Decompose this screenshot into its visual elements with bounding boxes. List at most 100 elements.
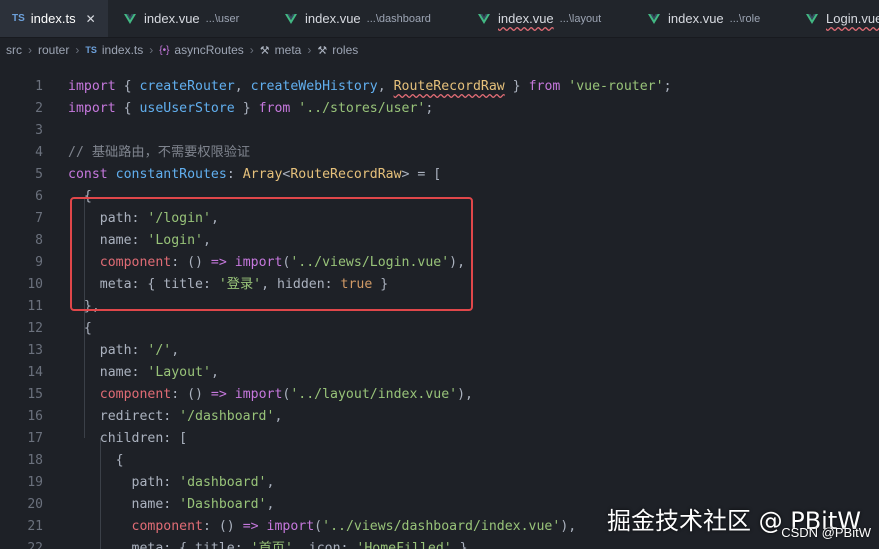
line-number: 14 (27, 365, 43, 380)
code-token: component (68, 255, 172, 270)
code-text[interactable]: component: () => import('../views/dashbo… (68, 516, 577, 538)
breadcrumb-meta[interactable]: meta (275, 43, 302, 57)
code-text[interactable]: path: '/login', (68, 208, 219, 230)
code-token: , (266, 475, 275, 490)
tab-label: index.ts (30, 11, 76, 26)
code-token: } (234, 101, 259, 116)
tab-path-hint: ...\layout (559, 12, 602, 25)
braces-icon: {•} (159, 44, 170, 56)
vue-logo-icon (806, 13, 818, 24)
code-token: }, (68, 299, 100, 314)
code-text[interactable]: meta: { title: '登录', hidden: true } (68, 274, 388, 296)
chevron-right-icon: › (149, 43, 154, 57)
line-number: 18 (27, 453, 43, 468)
code-token: createWebHistory (250, 79, 378, 94)
code-text[interactable]: { (68, 450, 124, 472)
breadcrumb-symbol[interactable]: asyncRoutes (174, 43, 243, 57)
code-text[interactable]: component: () => import('../layout/index… (68, 384, 473, 406)
code-token: { (115, 79, 140, 94)
line-number: 10 (27, 277, 43, 292)
tab-index-vue-layout[interactable]: index.vue ...\layout (478, 0, 601, 37)
code-text[interactable]: name: 'Login', (68, 230, 211, 252)
line-number: 6 (35, 189, 43, 204)
breadcrumb: src › router › TS index.ts › {•} asyncRo… (0, 38, 879, 62)
code-token: , (274, 409, 283, 424)
code-text[interactable]: name: 'Dashboard', (68, 494, 275, 516)
tab-login-vue[interactable]: Login.vue (806, 0, 879, 37)
chevron-right-icon: › (75, 43, 80, 57)
code-editor[interactable]: 1 import { createRouter, createWebHistory… (0, 68, 879, 549)
breadcrumb-roles[interactable]: roles (332, 43, 358, 57)
line-number: 22 (27, 541, 43, 549)
code-token: createRouter (139, 79, 235, 94)
code-text[interactable]: path: 'dashboard', (68, 472, 275, 494)
code-token: { (68, 453, 124, 468)
code-token: RouteRecordRaw (290, 167, 402, 182)
code-token: , (377, 79, 394, 94)
code-token: ), (457, 387, 473, 402)
code-token: children: [ (68, 431, 188, 446)
code-token: Array (242, 167, 283, 182)
code-text[interactable]: component: () => import('../views/Login.… (68, 252, 465, 274)
code-token: '../stores/user' (298, 101, 426, 116)
code-token: 'Dashboard' (179, 497, 267, 512)
code-text[interactable]: name: 'Layout', (68, 362, 219, 384)
code-text[interactable]: import { createRouter, createWebHistory,… (68, 76, 672, 98)
breadcrumb-router[interactable]: router (38, 43, 69, 57)
tab-index-vue-user[interactable]: index.vue ...\user (124, 0, 239, 37)
code-token: , (210, 211, 219, 226)
code-token: path: (68, 343, 148, 358)
code-token: 'Layout' (147, 365, 211, 380)
code-token: import (266, 519, 315, 534)
code-text[interactable]: path: '/', (68, 340, 179, 362)
code-text[interactable]: const constantRoutes: Array<RouteRecordR… (68, 164, 441, 186)
code-token: => (210, 387, 227, 402)
code-text[interactable]: import { useUserStore } from '../stores/… (68, 98, 433, 120)
line-number: 4 (35, 145, 43, 160)
breadcrumb-src[interactable]: src (6, 43, 22, 57)
line-number: 1 (35, 79, 43, 94)
code-token: => (210, 255, 227, 270)
wrench-icon: ⚒ (317, 44, 328, 57)
code-token: import (68, 79, 116, 94)
close-icon[interactable]: ✕ (86, 12, 96, 26)
code-token: }, (451, 541, 476, 549)
tab-index-vue-dashboard[interactable]: index.vue ...\dashboard (285, 0, 431, 37)
code-token: => (242, 519, 259, 534)
code-token: ( (314, 519, 323, 534)
tab-index-vue-role[interactable]: index.vue ...\role (648, 0, 760, 37)
tab-label: Login.vue (826, 11, 879, 26)
line-number: 19 (27, 475, 43, 490)
tab-label: index.vue (668, 11, 724, 26)
vue-logo-icon (478, 13, 490, 24)
code-token: { (115, 101, 140, 116)
line-number: 11 (27, 299, 43, 314)
code-text[interactable]: { (68, 318, 92, 340)
code-token: meta: { title: (68, 277, 219, 292)
code-token: ; (663, 79, 672, 94)
line-number: 13 (27, 343, 43, 358)
code-text[interactable]: // 基础路由，不需要权限验证 (68, 142, 250, 164)
line-number: 2 (35, 101, 43, 116)
code-token: : (226, 167, 243, 182)
code-token: from (258, 101, 291, 116)
line-number: 20 (27, 497, 43, 512)
code-token: , (234, 79, 251, 94)
line-number: 15 (27, 387, 43, 402)
code-text[interactable]: { (68, 186, 92, 208)
code-token: , (202, 233, 211, 248)
code-token: import (234, 255, 283, 270)
breadcrumb-file[interactable]: index.ts (102, 43, 143, 57)
code-token: '../views/dashboard/index.vue' (322, 519, 561, 534)
chevron-right-icon: › (28, 43, 32, 57)
code-text[interactable]: meta: { title: '首页', icon: 'HomeFilled' … (68, 538, 476, 549)
code-text[interactable]: redirect: '/dashboard', (68, 406, 283, 428)
code-token: path: (68, 211, 148, 226)
tab-index-ts[interactable]: TS index.ts ✕ (0, 0, 108, 37)
code-token: : () (202, 519, 243, 534)
code-text[interactable]: children: [ (68, 428, 187, 450)
code-text[interactable]: }, (68, 296, 100, 318)
code-token: import (234, 387, 283, 402)
code-token: RouteRecordRaw (393, 79, 505, 94)
